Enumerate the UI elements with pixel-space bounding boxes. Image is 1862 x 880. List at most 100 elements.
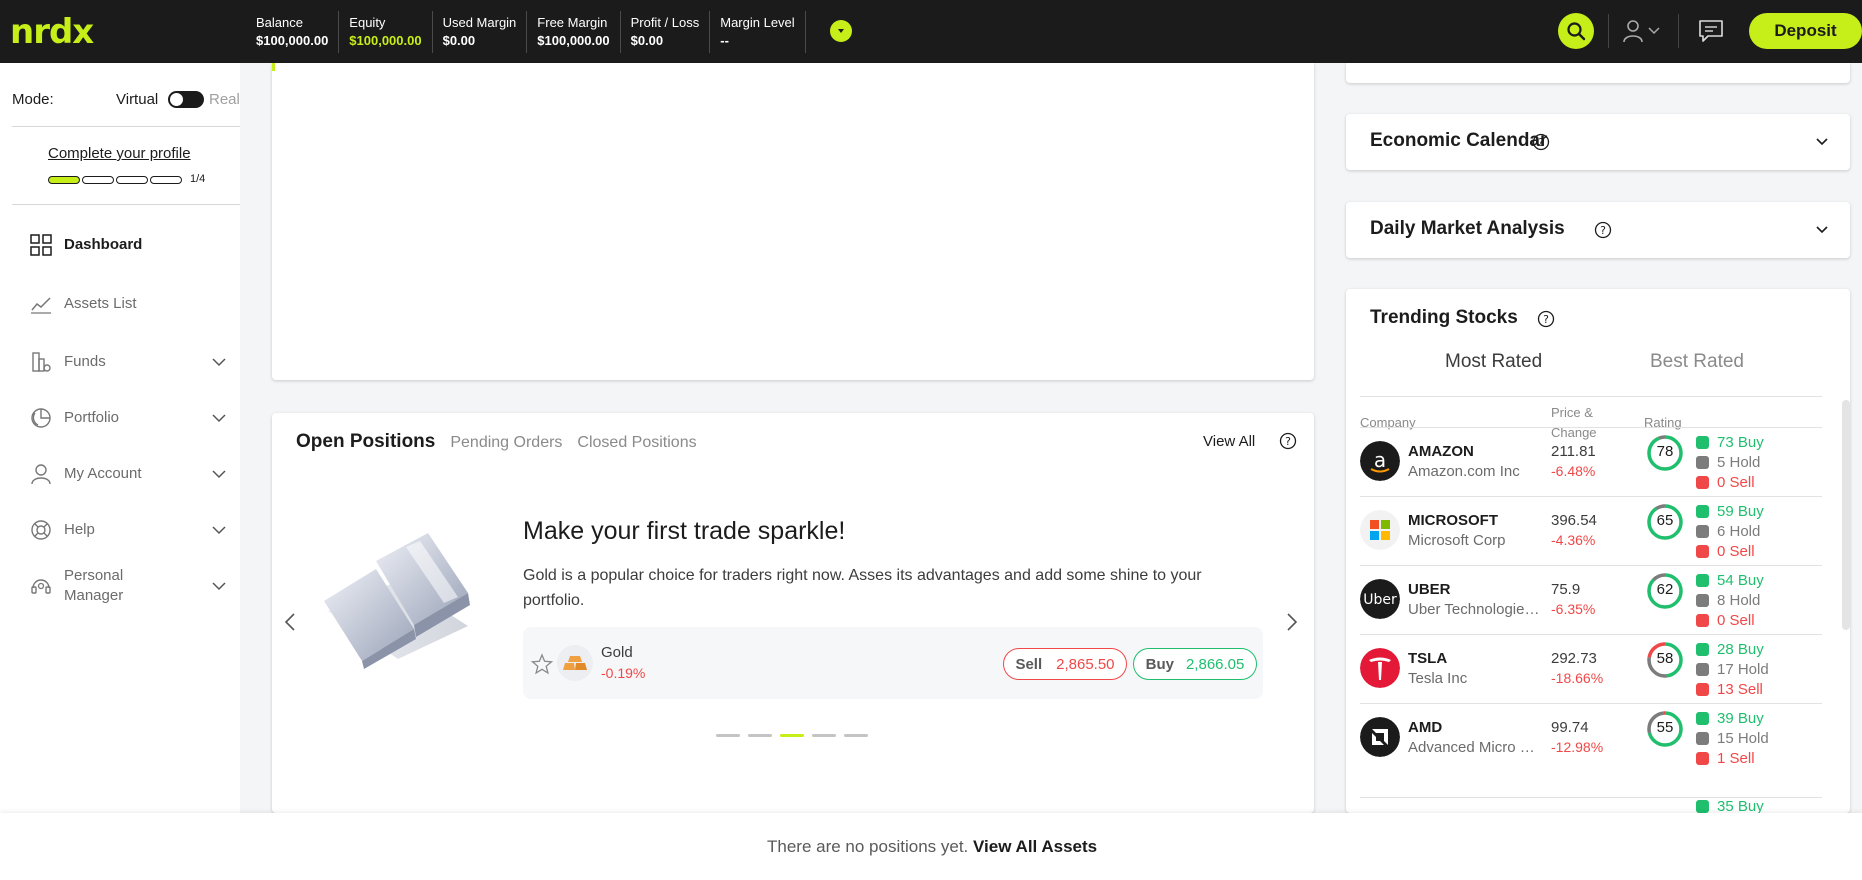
trending-scrollbar[interactable]	[1842, 400, 1850, 630]
tab-most-rated[interactable]: Most Rated	[1445, 351, 1542, 373]
divider	[1608, 14, 1609, 48]
sidebar-item-dashboard[interactable]: Dashboard	[0, 223, 240, 267]
rating-hold-text: 5 Hold	[1717, 454, 1761, 471]
deposit-button[interactable]: Deposit	[1749, 13, 1862, 49]
user-icon	[1623, 20, 1643, 43]
sidebar-item-portfolio[interactable]: Portfolio	[0, 396, 240, 440]
buy-button[interactable]: Buy 2,866.05	[1133, 648, 1257, 680]
chevron-down-icon	[212, 582, 226, 591]
buy-label: Buy	[1145, 655, 1174, 673]
uber-logo: Uber	[1360, 579, 1400, 619]
rating-score: 58	[1656, 650, 1674, 667]
rating-sell-text: 0 Sell	[1717, 474, 1755, 491]
chevron-down-icon	[1816, 226, 1828, 234]
stock-ticker: UBER	[1408, 581, 1451, 598]
svg-text:?: ?	[1600, 224, 1606, 237]
progress-segment	[82, 176, 114, 184]
mode-real-label[interactable]: Real	[209, 91, 240, 108]
sell-swatch	[1696, 683, 1709, 696]
view-all-link[interactable]: View All	[1203, 433, 1255, 450]
mode-toggle[interactable]	[168, 91, 204, 108]
rating-hold: 8 Hold	[1696, 592, 1760, 609]
panel-title: Daily Market Analysis	[1370, 218, 1565, 239]
chat-icon	[1699, 20, 1723, 42]
table-row[interactable]: a AMAZON Amazon.com Inc 211.81 -6.48% 78…	[1360, 427, 1822, 496]
rating-buy: 35 Buy	[1696, 798, 1764, 813]
economic-calendar-panel[interactable]: Economic Calendar ?	[1346, 114, 1850, 170]
daily-market-analysis-panel[interactable]: Daily Market Analysis ?	[1346, 202, 1850, 258]
view-all-assets-link[interactable]: View All Assets	[973, 837, 1097, 856]
tab-pending-orders[interactable]: Pending Orders	[450, 434, 562, 452]
no-positions-message: There are no positions yet. View All Ass…	[767, 837, 1097, 857]
carousel-next-button[interactable]	[1280, 607, 1304, 637]
svg-text:?: ?	[1285, 435, 1291, 448]
star-icon[interactable]	[531, 653, 553, 675]
nrdx-logo[interactable]: nrdx	[10, 14, 114, 48]
buy-swatch	[1696, 574, 1709, 587]
sell-button[interactable]: Sell 2,865.50	[1003, 648, 1127, 680]
buy-swatch	[1696, 643, 1709, 656]
table-row[interactable]: Uber UBER Uber Technologies Inc 75.9 -6.…	[1360, 565, 1822, 634]
search-button[interactable]	[1558, 13, 1594, 49]
buy-swatch	[1696, 800, 1709, 813]
carousel-dot[interactable]	[748, 734, 772, 737]
carousel-dot[interactable]	[812, 734, 836, 737]
buy-swatch	[1696, 436, 1709, 449]
stat-label: Profit / Loss	[630, 15, 700, 30]
mode-virtual-label[interactable]: Virtual	[116, 91, 158, 108]
sidebar-item-label: Dashboard	[64, 236, 143, 253]
tesla-logo	[1360, 648, 1400, 688]
rating-buy-text: 28 Buy	[1717, 641, 1764, 658]
rating-buy-text: 73 Buy	[1717, 434, 1764, 451]
carousel-dot[interactable]	[716, 734, 740, 737]
sidebar-item-help[interactable]: Help	[0, 508, 240, 552]
table-row[interactable]: MICROSOFT Microsoft Corp 396.54 -4.36% 6…	[1360, 496, 1822, 565]
help-circle-icon[interactable]: ?	[1594, 221, 1612, 239]
rating-buy: 28 Buy	[1696, 641, 1764, 658]
messages-button[interactable]	[1696, 16, 1726, 46]
table-row[interactable]: 35 Buy	[1360, 797, 1822, 813]
top-bar: nrdx Balance $100,000.00 Equity $100,000…	[0, 0, 1862, 63]
sidebar-item-label: Portfolio	[64, 409, 120, 426]
user-menu-button[interactable]	[1622, 16, 1666, 46]
sidebar-item-my-account[interactable]: My Account	[0, 452, 240, 496]
rating-hold-text: 6 Hold	[1717, 523, 1761, 540]
sidebar-item-funds[interactable]: Funds	[0, 340, 240, 384]
help-circle-icon[interactable]: ?	[1537, 310, 1555, 328]
rating-sell-text: 0 Sell	[1717, 543, 1755, 560]
no-positions-text: There are no positions yet.	[767, 837, 969, 856]
stats-expand-button[interactable]	[830, 20, 852, 42]
tab-closed-positions[interactable]: Closed Positions	[577, 434, 696, 452]
help-circle-icon[interactable]: ?	[1532, 133, 1550, 151]
rating-hold: 17 Hold	[1696, 661, 1769, 678]
positions-panel: Open Positions Pending Orders Closed Pos…	[272, 413, 1314, 813]
carousel-prev-button[interactable]	[278, 607, 302, 637]
divider	[12, 204, 240, 205]
mode-switcher: Mode: Virtual Real	[12, 89, 240, 109]
caret-down-icon	[838, 29, 844, 33]
carousel-dot[interactable]	[780, 734, 804, 737]
sidebar-item-personal-manager[interactable]: Personal Manager	[0, 560, 240, 612]
chevron-down-icon	[1648, 27, 1660, 35]
stock-price: 211.81	[1551, 443, 1596, 460]
stock-name: Tesla Inc	[1408, 670, 1468, 687]
stock-ticker: AMD	[1408, 719, 1443, 736]
table-row[interactable]: AMD Advanced Micro Devices Inc 99.74 -12…	[1360, 703, 1822, 772]
help-circle-icon[interactable]: ?	[1279, 432, 1297, 450]
complete-profile-link[interactable]: Complete your profile	[48, 145, 191, 162]
rating-sell-text: 0 Sell	[1717, 612, 1755, 629]
chevron-down-icon	[212, 414, 226, 423]
stat-used-margin: Used Margin $0.00	[433, 11, 528, 53]
microsoft-logo	[1360, 510, 1400, 550]
stat-value: $100,000.00	[256, 33, 329, 48]
sidebar-item-assets-list[interactable]: Assets List	[0, 282, 240, 326]
carousel-dot[interactable]	[844, 734, 868, 737]
tab-best-rated[interactable]: Best Rated	[1650, 351, 1744, 373]
divider	[12, 126, 240, 127]
promo-text: Gold is a popular choice for traders rig…	[523, 567, 1202, 609]
tab-open-positions[interactable]: Open Positions	[296, 431, 435, 453]
table-row[interactable]: TSLA Tesla Inc 292.73 -18.66% 58 28 Buy …	[1360, 634, 1822, 703]
sidebar-item-label-line: Manager	[64, 587, 124, 604]
collapsed-panel-top	[1346, 63, 1850, 83]
stat-value: --	[720, 33, 729, 48]
